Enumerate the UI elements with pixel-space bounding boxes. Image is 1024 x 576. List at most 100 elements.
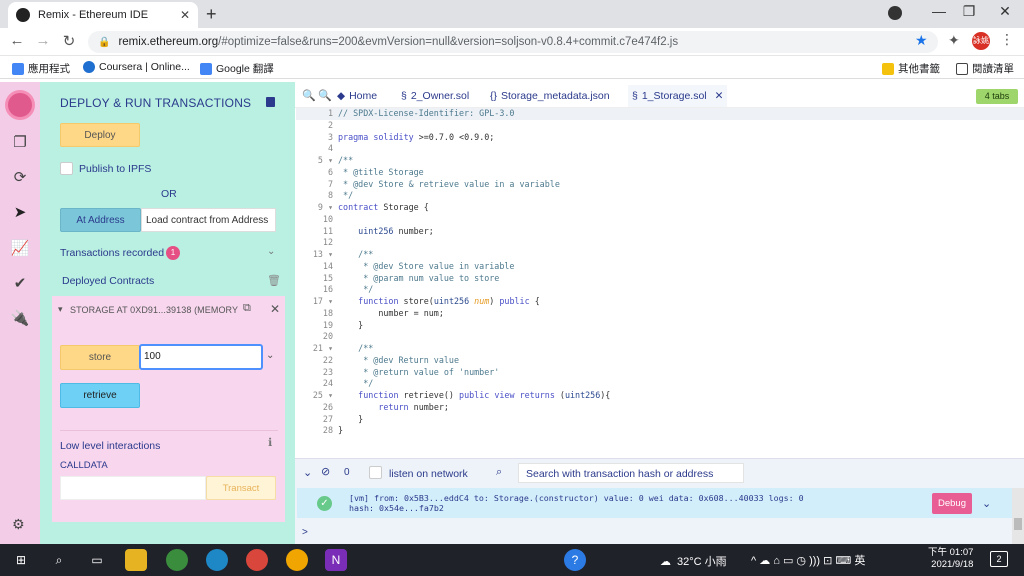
load-address-input[interactable]: Load contract from Address [141,208,276,232]
address-bar[interactable]: 🔒 remix.ethereum.org/#optimize=false&run… [88,31,938,53]
store-input[interactable]: 100 [139,344,263,370]
store-button[interactable]: store [60,345,140,370]
task-view-icon[interactable]: ▭ [86,549,108,571]
chevron-down-icon[interactable]: ⌄ [303,466,312,479]
help-icon[interactable]: ? [564,549,586,571]
code-line[interactable] [338,331,610,343]
new-tab-button[interactable]: + [206,4,217,25]
settings-gear-icon[interactable]: ⚙ [12,516,25,533]
chevron-down-icon[interactable]: ▾ [58,304,63,315]
tabs-count-dropdown[interactable]: 4 tabs [976,89,1018,104]
code-line[interactable]: /** [338,155,610,167]
code-line[interactable]: contract Storage { [338,202,610,214]
code-line[interactable]: */ [338,378,610,390]
plugin-manager-icon[interactable]: 🔌 [10,309,30,329]
code-line[interactable] [338,120,610,132]
chevron-down-icon[interactable]: ⌄ [982,497,991,510]
tab-1-storage[interactable]: § 1_Storage.sol ✕ [628,85,728,107]
tab-home[interactable]: ◆ Home [337,90,377,102]
system-tray[interactable]: ^ ☁ ⌂ ▭ ◷ ))) ⊡ ⌨ 英 [751,552,865,568]
close-tab-icon[interactable]: ✕ [180,8,190,22]
extensions-icon[interactable]: ✦ [948,32,960,49]
calldata-input[interactable] [60,476,206,500]
code-line[interactable]: return number; [338,402,610,414]
chrome-profile-icon[interactable] [246,549,268,571]
code-line[interactable]: * @dev Return value [338,355,610,367]
solidity-compiler-icon[interactable]: ⟳ [10,168,30,188]
close-tab-icon[interactable]: ✕ [715,90,724,102]
code-line[interactable]: /** [338,343,610,355]
clear-console-icon[interactable]: ⊘ [321,465,330,478]
browser-tab[interactable]: Remix - Ethereum IDE ✕ [8,2,198,28]
code-line[interactable]: } [338,425,610,437]
docs-book-icon[interactable] [266,97,275,107]
code-line[interactable]: pragma solidity >=0.7.0 <0.9.0; [338,132,610,144]
code-line[interactable]: } [338,320,610,332]
remix-logo-icon[interactable] [5,90,35,120]
deploy-button[interactable]: Deploy [60,123,140,147]
code-line[interactable]: */ [338,190,610,202]
chevron-down-icon[interactable]: ⌄ [267,246,275,257]
transactions-recorded-label[interactable]: Transactions recorded [60,247,164,259]
notifications-icon[interactable]: 2 [990,551,1008,567]
code-line[interactable] [338,143,610,155]
copy-icon[interactable]: ⧉ [243,302,251,315]
deploy-run-icon[interactable]: ➤ [10,203,30,223]
app-icon[interactable] [286,549,308,571]
debug-button[interactable]: Debug [932,493,972,514]
back-icon[interactable]: ← [7,32,27,49]
trash-icon[interactable]: 🗑 [267,274,281,287]
code-line[interactable]: * @return value of 'number' [338,367,610,379]
at-address-button[interactable]: At Address [60,208,141,232]
testing-icon[interactable]: ✔ [10,274,30,294]
file-explorer-icon[interactable]: ❐ [10,133,30,153]
terminal-scrollbar[interactable] [1012,488,1024,544]
reading-list[interactable]: 閱讀清單 [956,61,1014,76]
code-line[interactable]: } [338,414,610,426]
ime-indicator[interactable]: 英 [854,555,865,567]
code-line[interactable] [338,237,610,249]
terminal-prompt[interactable]: > [302,527,308,538]
code-line[interactable]: /** [338,249,610,261]
contract-instance-name[interactable]: STORAGE AT 0XD91...39138 (MEMORY [70,305,238,315]
chrome-icon[interactable] [166,549,188,571]
code-line[interactable]: // SPDX-License-Identifier: GPL-3.0 [338,108,610,120]
edge-icon[interactable] [206,549,228,571]
bookmark-apps[interactable]: 應用程式 [12,61,70,76]
forward-icon[interactable]: → [33,32,53,49]
analysis-icon[interactable]: 📈 [10,239,30,259]
transact-button[interactable]: Transact [206,476,276,500]
avatar[interactable]: 詠姚 [972,32,990,50]
profile-indicator-icon[interactable] [888,6,902,20]
code-line[interactable]: */ [338,284,610,296]
bookmark-star-icon[interactable]: ★ [915,32,928,49]
browser-menu-icon[interactable]: ⋮ [1000,31,1014,48]
code-line[interactable]: function retrieve() public view returns … [338,390,610,402]
code-line[interactable]: function store(uint256 num) public { [338,296,610,308]
code-line[interactable] [338,214,610,226]
info-icon[interactable]: ℹ [268,436,272,449]
clock[interactable]: 下午 01:07 2021/9/18 [928,547,973,571]
bookmark-other[interactable]: 其他書籤 [882,61,940,76]
code-line[interactable]: uint256 number; [338,226,610,238]
tab-storage-metadata[interactable]: {} Storage_metadata.json [490,90,610,102]
search-icon[interactable]: ⌕ [48,549,70,571]
code-line[interactable]: * @dev Store value in variable [338,261,610,273]
close-icon[interactable]: ✕ [270,302,280,316]
code-line[interactable]: * @param num value to store [338,273,610,285]
file-explorer-icon[interactable] [125,549,147,571]
minimize-button[interactable]: — [925,3,953,19]
zoom-out-icon[interactable]: 🔍 [302,89,316,102]
zoom-in-icon[interactable]: 🔍 [318,89,332,102]
restore-button[interactable]: ❐ [955,3,983,20]
code-line[interactable]: number = num; [338,308,610,320]
listen-network-checkbox[interactable] [369,466,382,479]
code-line[interactable]: * @dev Store & retrieve value in a varia… [338,179,610,191]
publish-ipfs-checkbox[interactable] [60,162,73,175]
retrieve-button[interactable]: retrieve [60,383,140,408]
windows-start-icon[interactable]: ⊞ [10,549,32,571]
chevron-down-icon[interactable]: ⌄ [266,350,274,361]
close-window-button[interactable]: ✕ [991,3,1019,20]
tab-2-owner[interactable]: § 2_Owner.sol [401,90,469,102]
onenote-icon[interactable]: N [325,549,347,571]
